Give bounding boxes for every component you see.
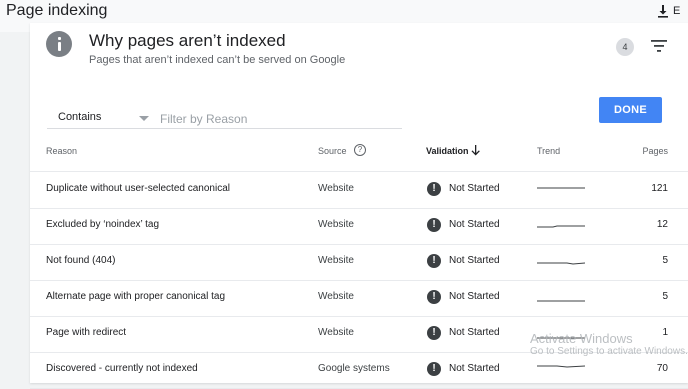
chevron-down-icon [139, 116, 149, 121]
help-icon[interactable]: ? [354, 144, 366, 156]
column-header-validation[interactable]: Validation [426, 146, 469, 156]
trend-sparkline [537, 300, 585, 302]
not-started-icon: ! [427, 326, 441, 340]
table-row[interactable]: Discovered - currently not indexed Googl… [30, 352, 688, 389]
filter-count-badge: 4 [616, 38, 634, 56]
trend-sparkline [537, 337, 585, 339]
column-header-trend[interactable]: Trend [537, 146, 560, 156]
row-reason: Alternate page with proper canonical tag [46, 291, 226, 302]
row-source: Website [318, 291, 354, 302]
row-reason: Page with redirect [46, 327, 127, 338]
card-title: Why pages aren’t indexed [89, 31, 286, 50]
row-validation: Not Started [449, 219, 500, 230]
not-indexed-card: Why pages aren’t indexed Pages that aren… [30, 23, 688, 389]
row-reason: Excluded by ‘noindex’ tag [46, 219, 160, 230]
row-pages: 70 [656, 363, 668, 374]
row-pages: 121 [651, 183, 668, 194]
row-validation: Not Started [449, 291, 500, 302]
row-validation: Not Started [449, 183, 500, 194]
not-started-icon: ! [427, 362, 441, 376]
trend-sparkline [537, 365, 585, 368]
page-title: Page indexing [6, 2, 108, 19]
done-button[interactable]: DONE [599, 97, 662, 123]
row-pages: 5 [662, 255, 668, 266]
row-pages: 1 [662, 327, 668, 338]
column-header-reason[interactable]: Reason [46, 146, 77, 156]
table-row[interactable]: Excluded by ‘noindex’ tag Website ! Not … [30, 208, 688, 245]
not-started-icon: ! [427, 290, 441, 304]
trend-sparkline [537, 225, 585, 228]
row-source: Google systems [318, 363, 390, 374]
table-header: Reason Source ? Validation Trend Pages [30, 135, 688, 172]
row-source: Website [318, 255, 354, 266]
row-pages: 12 [656, 219, 668, 230]
info-icon [46, 31, 72, 57]
table-row[interactable]: Alternate page with proper canonical tag… [30, 280, 688, 317]
table-row[interactable]: Page with redirect Website ! Not Started… [30, 316, 688, 353]
not-started-icon: ! [427, 218, 441, 232]
filter-icon[interactable] [650, 39, 668, 53]
table-row[interactable]: Not found (404) Website ! Not Started 5 [30, 244, 688, 281]
row-reason: Duplicate without user-selected canonica… [46, 183, 230, 194]
export-button[interactable]: E [656, 2, 688, 20]
not-started-icon: ! [427, 182, 441, 196]
download-icon [658, 5, 668, 18]
filter-underline [47, 128, 402, 129]
row-validation: Not Started [449, 255, 500, 266]
column-header-pages[interactable]: Pages [642, 146, 668, 156]
trend-sparkline [537, 187, 585, 189]
row-validation: Not Started [449, 363, 500, 374]
trend-sparkline [537, 262, 585, 265]
row-reason: Not found (404) [46, 255, 116, 266]
row-source: Website [318, 327, 354, 338]
row-pages: 5 [662, 291, 668, 302]
filter-mode-label: Contains [58, 111, 102, 123]
sort-down-arrow-icon[interactable] [471, 145, 480, 156]
card-subtitle: Pages that aren’t indexed can’t be serve… [89, 54, 346, 66]
row-source: Website [318, 183, 354, 194]
export-label: E [673, 5, 681, 17]
column-header-source[interactable]: Source [318, 146, 347, 156]
not-started-icon: ! [427, 254, 441, 268]
row-validation: Not Started [449, 327, 500, 338]
table-row[interactable]: Duplicate without user-selected canonica… [30, 172, 688, 209]
row-reason: Discovered - currently not indexed [46, 363, 198, 374]
filter-mode-dropdown[interactable]: Contains [47, 109, 149, 129]
row-source: Website [318, 219, 354, 230]
filter-reason-input[interactable] [156, 109, 409, 129]
